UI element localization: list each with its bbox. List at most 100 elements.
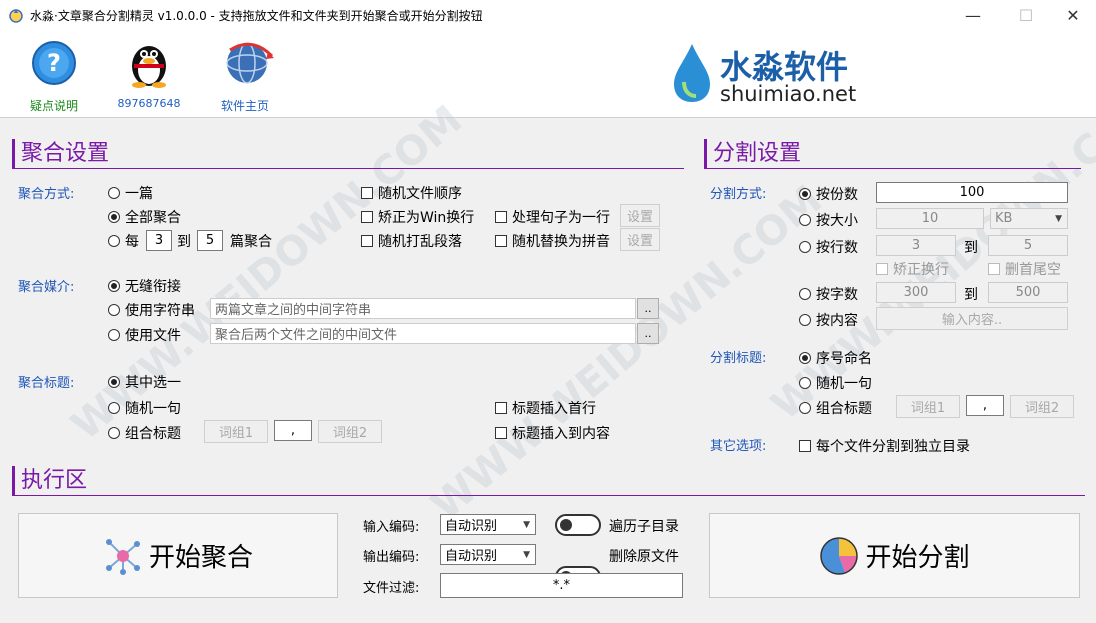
check-insert-content[interactable]: 标题插入到内容 [495,423,610,443]
checkbox-label: 处理句子为一行 [512,210,610,226]
checkbox-label: 随机文件顺序 [378,186,462,202]
radio-icon [108,211,120,223]
network-icon [105,538,140,575]
radio-mode-all[interactable]: 全部聚合 [108,207,181,227]
qq-penguin-icon[interactable] [126,38,172,88]
close-button[interactable]: ✕ [1050,0,1096,30]
radio-split-random[interactable]: 随机一句 [799,373,872,393]
input-content-button[interactable]: 输入内容.. [876,307,1068,330]
split-group1-button[interactable]: 词组1 [896,395,960,418]
radio-icon [108,280,120,292]
check-shuffle-paragraph[interactable]: 随机打乱段落 [361,231,462,251]
check-trim-tail[interactable]: 删首尾空 [988,259,1061,279]
traverse-label: 遍历子目录 [609,519,679,535]
exec-divider [12,495,1085,496]
watermark: WWW.WEIDOWN.COM [62,96,471,450]
aggregate-group2-button[interactable]: 词组2 [318,420,382,443]
size-unit-select[interactable]: KB ▼ [990,208,1068,229]
check-sentence-one-line[interactable]: 处理句子为一行 [495,207,610,227]
pie-chart-icon [820,536,859,575]
start-aggregate-button[interactable]: 开始聚合 [18,513,338,598]
output-encoding-select[interactable]: 自动识别 ▼ [440,544,536,565]
radio-title-one-of[interactable]: 其中选一 [108,372,181,392]
check-random-pinyin[interactable]: 随机替换为拼音 [495,231,610,251]
radio-icon [799,377,811,389]
radio-by-count[interactable]: 按份数 [799,184,858,204]
check-fix-newline[interactable]: 矫正换行 [876,259,949,279]
count-input[interactable]: 100 [876,182,1068,203]
checkbox-label: 标题插入到内容 [512,426,610,442]
delete-source-label: 删除原文件 [609,549,679,565]
checkbox-label: 每个文件分割到独立目录 [816,439,970,455]
radio-use-file[interactable]: 使用文件 [108,325,181,345]
radio-title-random[interactable]: 随机一句 [108,398,181,418]
radio-title-combine[interactable]: 组合标题 [108,423,181,443]
radio-by-chars[interactable]: 按字数 [799,284,858,304]
radio-label: 按大小 [816,213,858,229]
maximize-button[interactable]: ☐ [1003,0,1049,30]
check-fix-win[interactable]: 矫正为Win换行 [361,207,474,227]
chevron-down-icon: ▼ [1055,213,1062,224]
split-divider [704,168,1081,169]
radio-icon [799,214,811,226]
size-input[interactable]: 10 [876,208,984,229]
other-options-label: 其它选项: [710,439,767,454]
radio-mode-every[interactable]: 每 [108,231,139,251]
checkbox-label: 矫正换行 [893,262,949,278]
every-from-input[interactable]: 3 [146,230,172,251]
split-group2-button[interactable]: 词组2 [1010,395,1074,418]
checkbox-icon [361,235,373,247]
middle-string-input[interactable]: 两篇文章之间的中间字符串 [210,298,636,319]
radio-seamless[interactable]: 无缝衔接 [108,276,181,296]
file-browse-button[interactable]: .. [637,323,659,344]
split-mode-label: 分割方式: [710,187,767,202]
radio-icon [799,402,811,414]
radio-icon [108,376,120,388]
lines-from-input[interactable]: 3 [876,235,956,256]
split-separator-input[interactable]: , [966,395,1004,416]
input-encoding-select[interactable]: 自动识别 ▼ [440,514,536,535]
radio-icon [799,314,811,326]
radio-by-size[interactable]: 按大小 [799,210,858,230]
radio-by-content[interactable]: 按内容 [799,310,858,330]
pinyin-settings-button[interactable]: 设置 [620,228,660,251]
radio-label: 其中选一 [125,375,181,391]
to-label: 到 [177,234,191,250]
checkbox-icon [495,402,507,414]
chars-from-input[interactable]: 300 [876,282,956,303]
check-random-order[interactable]: 随机文件顺序 [361,183,462,203]
check-separate-dir[interactable]: 每个文件分割到独立目录 [799,436,970,456]
middle-file-input[interactable]: 聚合后两个文件之间的中间文件 [210,323,636,344]
home-label[interactable]: 软件主页 [195,97,295,114]
file-filter-input[interactable]: *.* [440,573,683,598]
every-to-input[interactable]: 5 [197,230,223,251]
check-insert-first[interactable]: 标题插入首行 [495,398,596,418]
lines-to-input[interactable]: 5 [988,235,1068,256]
qq-label[interactable]: 897687648 [99,97,199,110]
minimize-button[interactable]: — [950,0,996,30]
radio-use-string[interactable]: 使用字符串 [108,300,195,320]
help-icon[interactable]: ? [31,40,77,86]
checkbox-icon [361,211,373,223]
aggregate-separator-input[interactable]: , [274,420,312,441]
radio-label: 序号命名 [816,351,872,367]
traverse-toggle[interactable] [555,514,601,536]
help-label[interactable]: 疑点说明 [4,97,104,114]
string-browse-button[interactable]: .. [637,298,659,319]
globe-icon[interactable] [222,38,276,88]
start-split-button[interactable]: 开始分割 [709,513,1080,598]
sentence-settings-button[interactable]: 设置 [620,204,660,227]
aggregate-group1-button[interactable]: 词组1 [204,420,268,443]
radio-icon [799,288,811,300]
chars-to-input[interactable]: 500 [988,282,1068,303]
split-title-label: 分割标题: [710,351,767,366]
radio-mode-one[interactable]: 一篇 [108,183,153,203]
radio-seq-name[interactable]: 序号命名 [799,348,872,368]
checkbox-icon [495,427,507,439]
checkbox-icon [876,263,888,275]
start-split-label: 开始分割 [865,543,970,573]
checkbox-label: 删首尾空 [1005,262,1061,278]
radio-by-lines[interactable]: 按行数 [799,237,858,257]
radio-split-combine[interactable]: 组合标题 [799,398,872,418]
aggregate-mode-label: 聚合方式: [18,187,75,202]
